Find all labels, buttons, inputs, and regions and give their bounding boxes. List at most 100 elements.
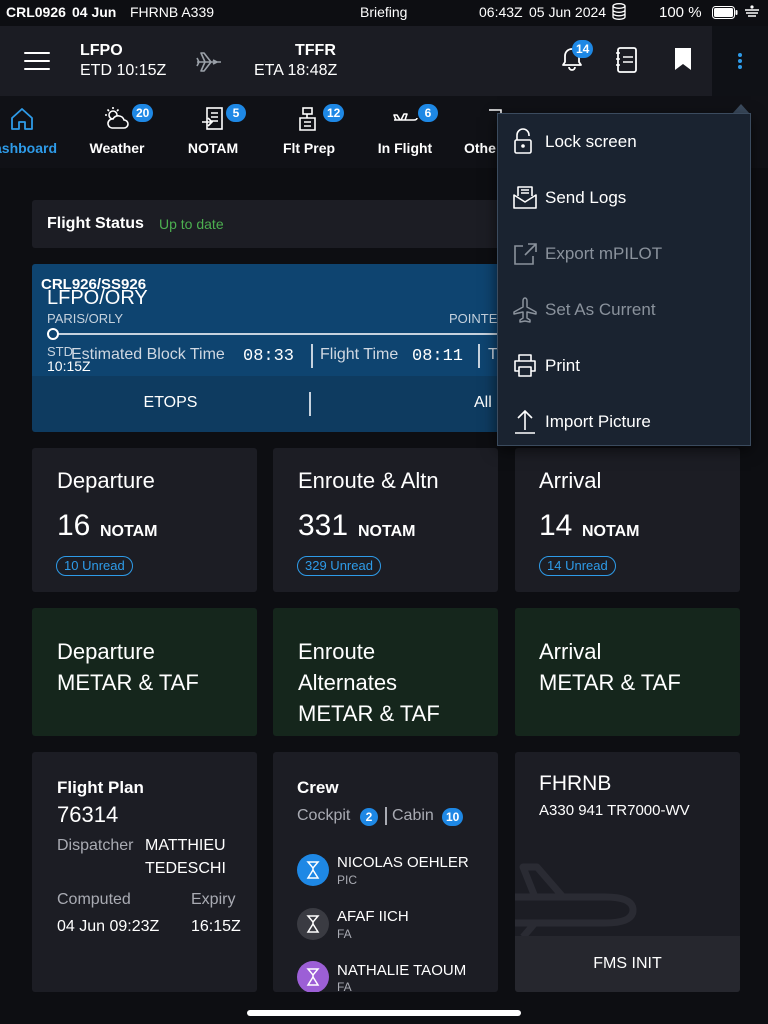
tab-label: ashboard <box>0 140 58 156</box>
home-indicator[interactable] <box>247 1010 521 1016</box>
send-logs-icon <box>513 186 537 209</box>
origin-etd: ETD 10:15Z <box>80 62 167 79</box>
home-icon <box>11 108 33 130</box>
arrival-notam-card[interactable]: Arrival 14 NOTAM 14 Unread <box>515 448 740 592</box>
departure-airport-code: LFPO/ORY <box>47 287 148 309</box>
departure-notam-card[interactable]: Departure 16 NOTAM 10 Unread <box>32 448 257 592</box>
flight-plan-number: 76314 <box>57 802 119 827</box>
notam-unit: NOTAM <box>358 523 416 540</box>
departure-metar-card[interactable]: Departure METAR & TAF <box>32 608 257 736</box>
status-time: 06:43Z <box>479 4 523 20</box>
avatar <box>297 961 329 992</box>
menu-item-export-mpilot[interactable]: Export mPILOT <box>498 226 752 282</box>
crew-card[interactable]: Crew Cockpit 2 Cabin 10 NICOLAS OEHLER P… <box>273 752 498 992</box>
crew-member-name: AFAF IICH <box>337 908 409 925</box>
notam-count: 331 <box>298 509 349 542</box>
destination-code: TFFR <box>295 42 336 59</box>
enroute-metar-card[interactable]: Enroute Alternates METAR & TAF <box>273 608 498 736</box>
crew-title: Crew <box>297 778 339 797</box>
route-line <box>56 333 526 335</box>
more-options-button[interactable] <box>712 26 768 96</box>
all-button[interactable]: All <box>474 394 492 412</box>
computed-label: Computed <box>57 891 131 908</box>
aircraft-card[interactable]: FHRNB A330 941 TR7000-WV FMS INIT <box>515 752 740 992</box>
flight-plan-card[interactable]: Flight Plan 76314 Dispatcher MATTHIEU TE… <box>32 752 257 992</box>
origin-code: LFPO <box>80 42 123 59</box>
flight-status-title: Flight Status <box>47 215 144 232</box>
status-date-long: 05 Jun 2024 <box>529 4 607 20</box>
card-line-1: Enroute <box>298 639 376 664</box>
route-start-dot <box>47 328 59 340</box>
notam-unit: NOTAM <box>582 523 640 540</box>
notam-unit: NOTAM <box>100 523 158 540</box>
dispatcher-first: MATTHIEU <box>145 837 226 854</box>
unread-badge: 10 Unread <box>56 556 133 576</box>
options-menu: Lock screen Send Logs Export mPILOT Set … <box>497 113 751 446</box>
lock-icon <box>514 128 532 154</box>
etops-button[interactable]: ETOPS <box>32 394 309 412</box>
flight-plan-title: Flight Plan <box>57 778 144 797</box>
cabin-count: 10 <box>442 808 464 826</box>
cabin-label: Cabin <box>392 807 434 824</box>
airplane-route-icon <box>195 50 223 79</box>
fms-init-button[interactable]: FMS INIT <box>515 936 740 992</box>
airplane-icon <box>513 297 537 323</box>
hamburger-menu-icon[interactable] <box>24 51 50 76</box>
crew-member-role: PIC <box>337 873 358 887</box>
status-bar: CRL0926 04 Jun FHRNB A339 Briefing 06:43… <box>0 0 768 26</box>
status-aircraft: FHRNB A339 <box>130 4 215 20</box>
divider <box>385 807 387 825</box>
notam-count: 14 <box>539 509 573 542</box>
notification-badge: 14 <box>572 40 594 58</box>
divider <box>309 392 311 416</box>
menu-item-set-as-current[interactable]: Set As Current <box>498 282 752 338</box>
notam-icon <box>202 107 223 130</box>
tab-flt-prep[interactable]: 12 Flt Prep <box>273 96 345 168</box>
card-line-2: METAR & TAF <box>539 670 681 695</box>
menu-item-label: Print <box>545 356 580 375</box>
departure-airport-name: PARIS/ORLY <box>47 311 124 326</box>
divider <box>311 344 313 368</box>
expiry-value: 16:15Z <box>191 918 241 935</box>
tab-label: In Flight <box>377 140 433 156</box>
flt-prep-icon <box>299 107 316 131</box>
divider <box>478 344 480 368</box>
dispatcher-label: Dispatcher <box>57 837 134 854</box>
menu-item-print[interactable]: Print <box>498 338 752 394</box>
crew-member-name: NICOLAS OEHLER <box>337 854 469 871</box>
aircraft-registration: FHRNB <box>539 772 612 795</box>
tab-notam[interactable]: 5 NOTAM <box>178 96 248 168</box>
dispatcher-last: TEDESCHI <box>145 860 226 877</box>
tab-weather[interactable]: 20 Weather <box>82 96 154 168</box>
logbook-icon[interactable] <box>615 46 639 79</box>
destination-airport-name: POINTE <box>449 311 498 326</box>
status-app-title: Briefing <box>360 4 408 20</box>
card-line-1: Departure <box>57 639 155 664</box>
notam-count: 16 <box>57 509 91 542</box>
unread-badge: 329 Unread <box>297 556 381 576</box>
tab-other[interactable]: Othe <box>462 96 502 168</box>
battery-icon <box>712 6 738 22</box>
flight-status-state: Up to date <box>159 216 224 232</box>
tab-badge: 12 <box>323 104 345 122</box>
menu-item-lock-screen[interactable]: Lock screen <box>498 114 752 170</box>
crew-member-role: FA <box>337 980 352 992</box>
arrival-metar-card[interactable]: Arrival METAR & TAF <box>515 608 740 736</box>
tab-in-flight[interactable]: 6 In Flight <box>370 96 440 168</box>
crew-member-role: FA <box>337 927 352 941</box>
upload-icon <box>515 409 535 434</box>
computed-value: 04 Jun 09:23Z <box>57 918 160 935</box>
menu-item-send-logs[interactable]: Send Logs <box>498 170 752 226</box>
bookmark-icon[interactable] <box>672 46 694 77</box>
card-line-3: METAR & TAF <box>298 701 440 726</box>
crew-member-name: NATHALIE TAOUM <box>337 962 467 979</box>
tab-badge: 6 <box>418 104 438 122</box>
enroute-notam-card[interactable]: Enroute & Altn 331 NOTAM 329 Unread <box>273 448 498 592</box>
card-line-2: Alternates <box>298 670 398 695</box>
card-title: Enroute & Altn <box>298 468 439 493</box>
aircraft-watermark-icon <box>515 863 637 937</box>
tab-dashboard[interactable]: ashboard <box>0 96 60 168</box>
in-flight-icon <box>393 113 418 121</box>
menu-item-import-picture[interactable]: Import Picture <box>498 394 752 450</box>
cockpit-label: Cockpit <box>297 807 351 824</box>
